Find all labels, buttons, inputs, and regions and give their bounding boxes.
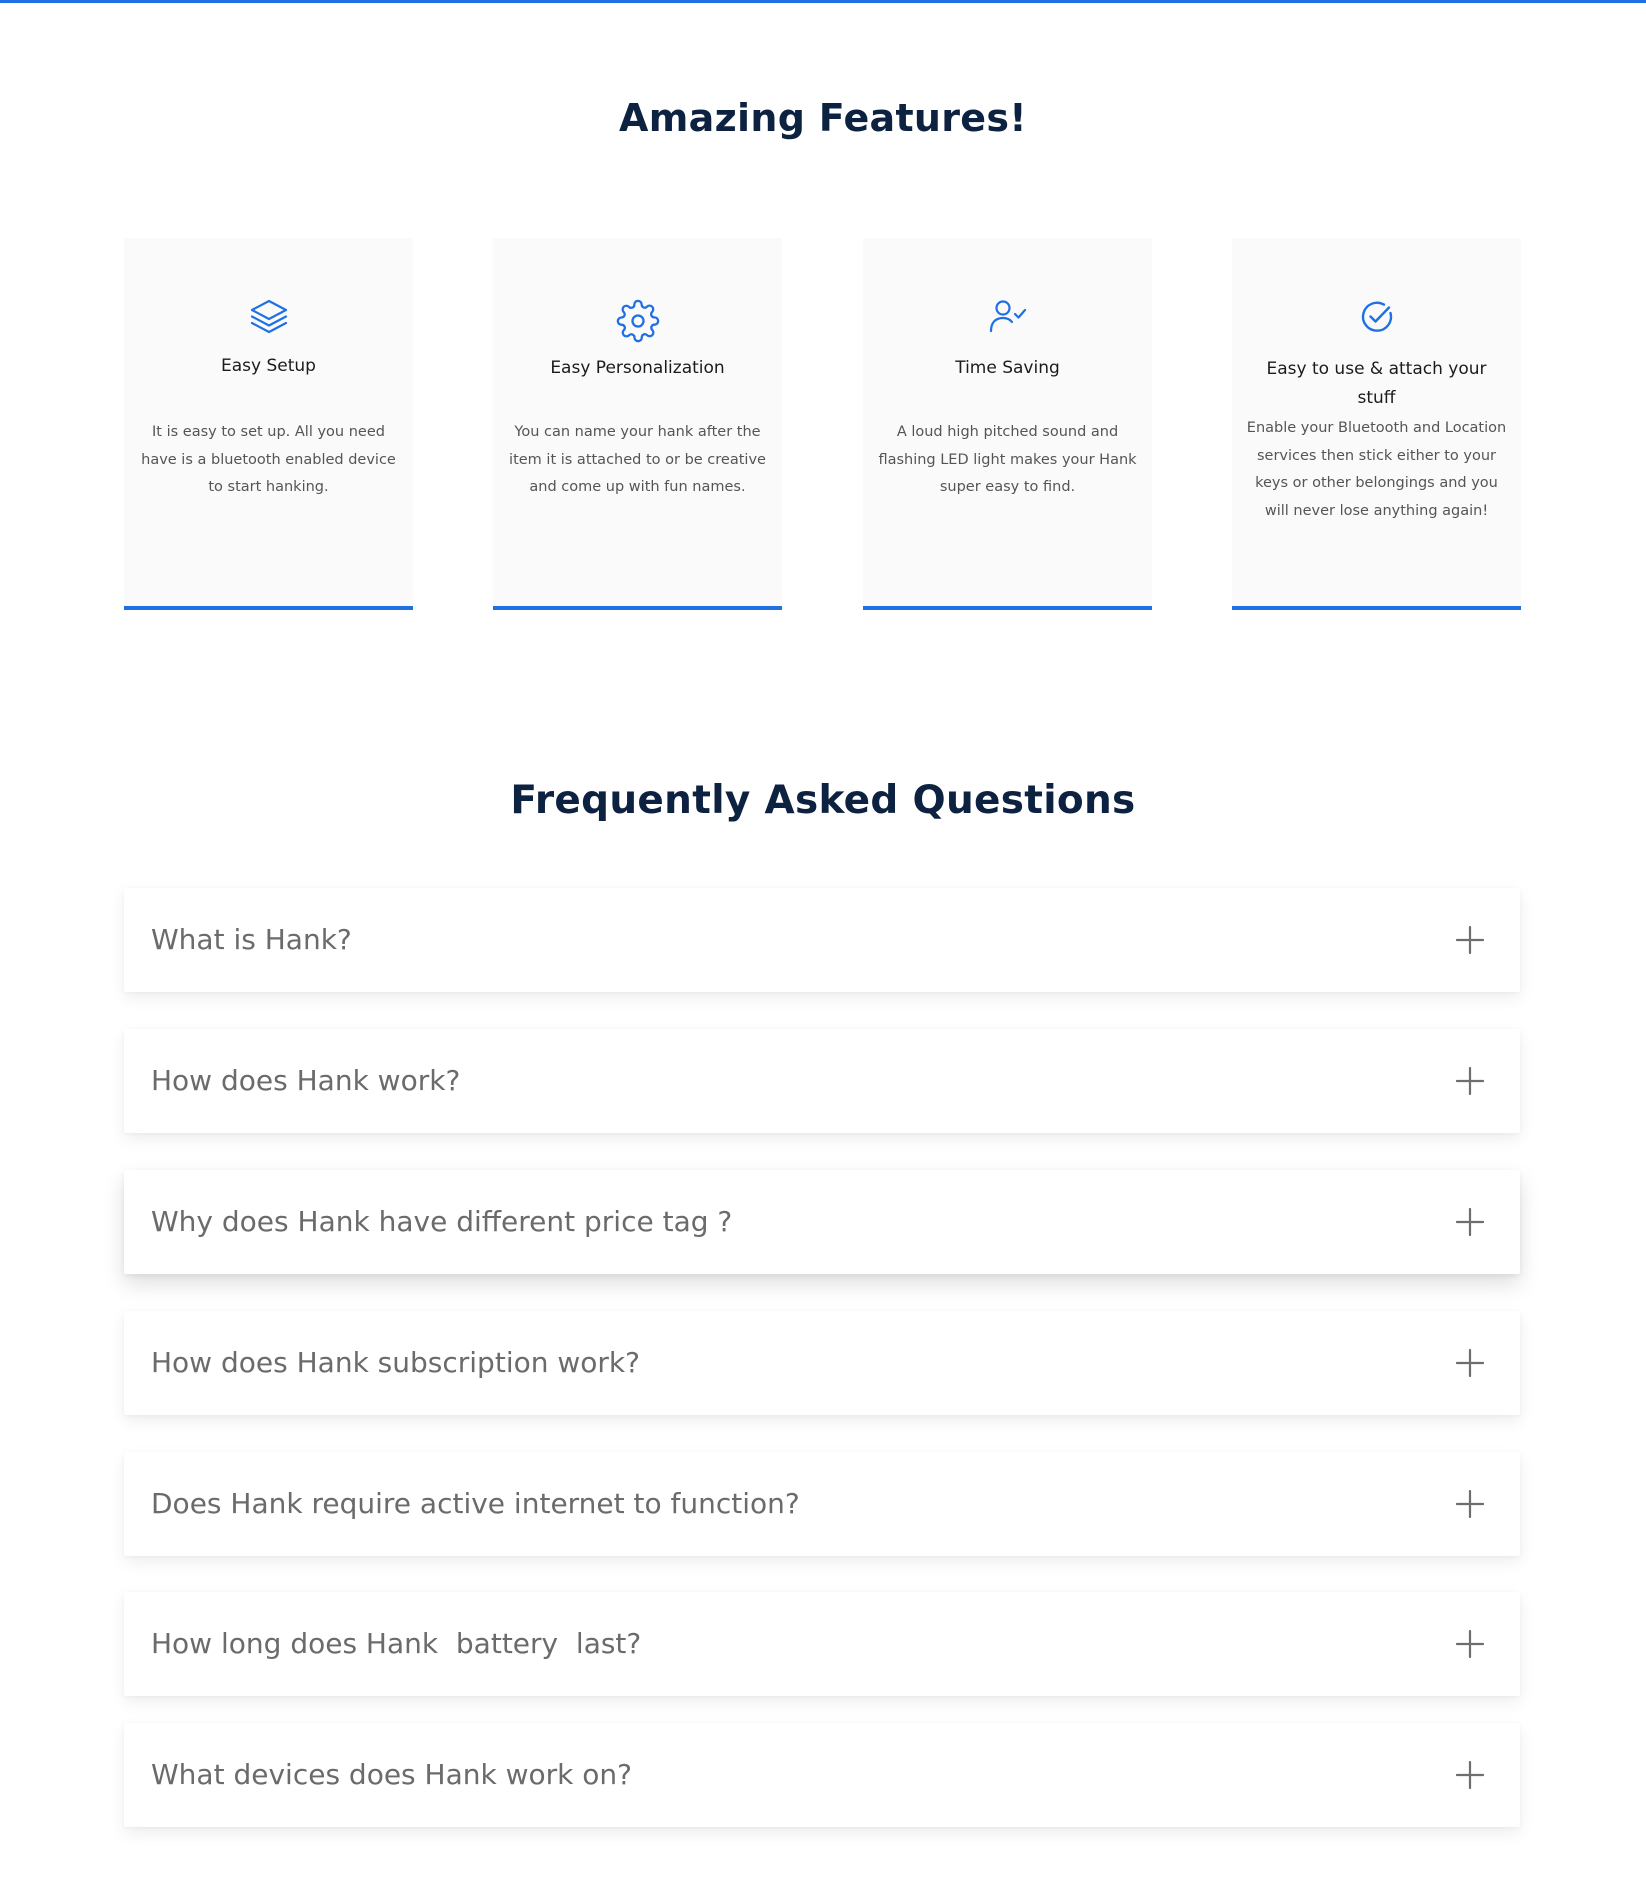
faq-question: What is Hank? <box>151 923 352 956</box>
plus-icon[interactable] <box>1456 926 1484 954</box>
plus-icon[interactable] <box>1456 1630 1484 1658</box>
plus-icon[interactable] <box>1456 1349 1484 1377</box>
features-title: Amazing Features! <box>619 96 1027 140</box>
faq-title: Frequently Asked Questions <box>510 778 1136 823</box>
faq-item[interactable]: What is Hank? <box>124 888 1520 992</box>
faq-item[interactable]: How long does Hank battery last? <box>124 1592 1520 1696</box>
gear-icon <box>616 299 659 343</box>
layers-icon <box>250 299 287 334</box>
faq-question: What devices does Hank work on? <box>151 1758 633 1791</box>
plus-icon[interactable] <box>1456 1208 1484 1236</box>
plus-icon[interactable] <box>1456 1490 1484 1518</box>
plus-icon[interactable] <box>1456 1761 1484 1789</box>
feature-card-time-saving: Time Saving A loud high pitched sound an… <box>863 238 1152 610</box>
feature-card-text: Enable your Bluetooth and Location servi… <box>1246 420 1507 519</box>
faq-question: Does Hank require active internet to fun… <box>151 1487 800 1520</box>
feature-card-easy-to-use: Easy to use & attach your stuff Enable y… <box>1232 238 1521 610</box>
faq-item[interactable]: Why does Hank have different price tag ? <box>124 1170 1520 1274</box>
feature-card-easy-setup: Easy Setup It is easy to set up. All you… <box>124 238 413 610</box>
faq-item[interactable]: How does Hank work? <box>124 1029 1520 1133</box>
faq-item[interactable]: How does Hank subscription work? <box>124 1311 1520 1415</box>
faq-question: How does Hank subscription work? <box>151 1346 640 1379</box>
faq-item[interactable]: What devices does Hank work on? <box>124 1723 1520 1827</box>
feature-card-easy-personalization: Easy Personalization You can name your h… <box>493 238 782 610</box>
feature-card-title: Time Saving <box>955 358 1060 378</box>
feature-card-title: Easy Setup <box>221 356 316 376</box>
faq-question: Why does Hank have different price tag ? <box>151 1205 733 1238</box>
faq-question: How long does Hank battery last? <box>151 1627 642 1660</box>
plus-icon[interactable] <box>1456 1067 1484 1095</box>
user-check-icon <box>989 300 1026 333</box>
feature-card-text: A loud high pitched sound and flashing L… <box>878 424 1137 495</box>
check-circle-icon <box>1361 301 1392 332</box>
top-accent-line <box>0 0 1646 3</box>
feature-card-title: Easy Personalization <box>550 358 725 378</box>
faq-question: How does Hank work? <box>151 1064 461 1097</box>
feature-card-title: Easy to use & attach your stuff <box>1266 359 1487 408</box>
feature-card-text: It is easy to set up. All you need have … <box>141 424 396 495</box>
faq-item[interactable]: Does Hank require active internet to fun… <box>124 1452 1520 1556</box>
feature-card-text: You can name your hank after the item it… <box>509 424 766 495</box>
